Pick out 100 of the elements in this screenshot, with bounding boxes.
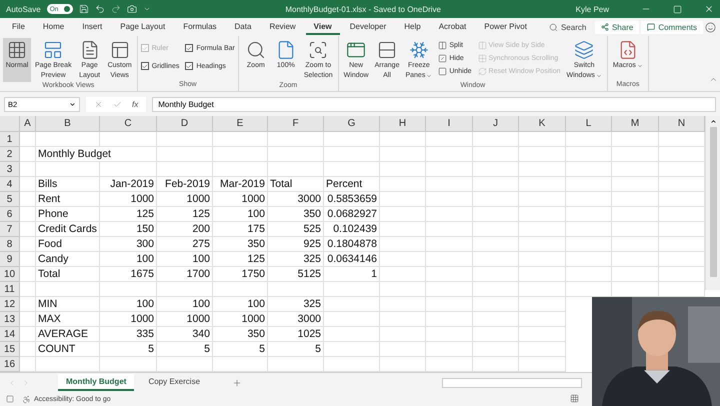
- table-cell[interactable]: [324, 282, 380, 297]
- table-cell[interactable]: 100: [157, 252, 213, 267]
- table-cell[interactable]: [20, 252, 36, 267]
- table-cell[interactable]: Jan-2019: [100, 177, 157, 192]
- row-header[interactable]: 4: [0, 177, 20, 192]
- table-cell[interactable]: [519, 192, 566, 207]
- table-cell[interactable]: [268, 282, 324, 297]
- table-cell[interactable]: 1025: [268, 327, 324, 342]
- row-header[interactable]: 11: [0, 282, 20, 297]
- table-cell[interactable]: [213, 147, 268, 162]
- table-cell[interactable]: [380, 207, 426, 222]
- table-cell[interactable]: [473, 282, 519, 297]
- table-cell[interactable]: [380, 267, 426, 282]
- table-cell[interactable]: [519, 267, 566, 282]
- table-cell[interactable]: 5: [100, 342, 157, 357]
- table-cell[interactable]: Candy: [36, 252, 100, 267]
- column-header[interactable]: F: [268, 116, 324, 132]
- table-cell[interactable]: 100: [213, 207, 268, 222]
- row-header[interactable]: 6: [0, 207, 20, 222]
- table-cell[interactable]: Credit Cards: [36, 222, 100, 237]
- table-cell[interactable]: [20, 282, 36, 297]
- row-header[interactable]: 14: [0, 327, 20, 342]
- checkbox[interactable]: [140, 62, 149, 70]
- row-header[interactable]: 12: [0, 297, 20, 312]
- table-cell[interactable]: [380, 147, 426, 162]
- table-cell[interactable]: Monthly Budget: [36, 147, 157, 162]
- menu-tab[interactable]: File: [4, 20, 33, 34]
- table-cell[interactable]: [473, 342, 519, 357]
- table-cell[interactable]: [426, 237, 473, 252]
- table-cell[interactable]: [426, 162, 473, 177]
- table-cell[interactable]: AVERAGE: [36, 327, 100, 342]
- table-cell[interactable]: 0.0682927: [324, 207, 380, 222]
- table-cell[interactable]: 175: [213, 222, 268, 237]
- table-cell[interactable]: [566, 237, 612, 252]
- table-cell[interactable]: [36, 162, 100, 177]
- row-header[interactable]: 2: [0, 147, 20, 162]
- table-cell[interactable]: 125: [100, 207, 157, 222]
- table-cell[interactable]: [519, 237, 566, 252]
- table-cell[interactable]: [473, 297, 519, 312]
- column-header[interactable]: A: [20, 116, 36, 132]
- table-cell[interactable]: [213, 282, 268, 297]
- table-cell[interactable]: [612, 267, 659, 282]
- table-cell[interactable]: [426, 132, 473, 147]
- table-cell[interactable]: [473, 177, 519, 192]
- menu-tab[interactable]: Formulas: [175, 20, 225, 34]
- table-cell[interactable]: [566, 177, 612, 192]
- table-cell[interactable]: [380, 327, 426, 342]
- table-cell[interactable]: [380, 192, 426, 207]
- row-header[interactable]: 5: [0, 192, 20, 207]
- row-header[interactable]: 15: [0, 342, 20, 357]
- column-header[interactable]: J: [473, 116, 519, 132]
- table-cell[interactable]: [612, 177, 659, 192]
- table-cell[interactable]: [473, 207, 519, 222]
- table-cell[interactable]: [566, 132, 612, 147]
- table-cell[interactable]: [473, 147, 519, 162]
- table-cell[interactable]: [519, 342, 566, 357]
- column-header[interactable]: H: [380, 116, 426, 132]
- table-cell[interactable]: [473, 237, 519, 252]
- column-header[interactable]: L: [566, 116, 612, 132]
- table-cell[interactable]: [426, 177, 473, 192]
- table-cell[interactable]: [519, 207, 566, 222]
- table-cell[interactable]: [20, 297, 36, 312]
- table-cell[interactable]: [380, 222, 426, 237]
- column-header[interactable]: E: [213, 116, 268, 132]
- table-cell[interactable]: [268, 132, 324, 147]
- column-header[interactable]: G: [324, 116, 380, 132]
- column-header[interactable]: D: [157, 116, 213, 132]
- formula-field[interactable]: Monthly Budget: [152, 96, 716, 112]
- horizontal-scrollbar[interactable]: [442, 378, 582, 388]
- column-header[interactable]: C: [100, 116, 157, 132]
- menu-tab[interactable]: Help: [396, 20, 429, 34]
- table-cell[interactable]: [380, 297, 426, 312]
- row-header[interactable]: 9: [0, 252, 20, 267]
- table-cell[interactable]: 100: [157, 297, 213, 312]
- table-cell[interactable]: 525: [268, 222, 324, 237]
- table-cell[interactable]: [20, 237, 36, 252]
- table-cell[interactable]: [612, 162, 659, 177]
- table-cell[interactable]: 1675: [100, 267, 157, 282]
- column-header[interactable]: K: [519, 116, 566, 132]
- table-cell[interactable]: [157, 162, 213, 177]
- table-cell[interactable]: 0.1804878: [324, 237, 380, 252]
- menu-tab[interactable]: Review: [261, 20, 304, 34]
- table-cell[interactable]: [612, 252, 659, 267]
- table-cell[interactable]: [324, 297, 380, 312]
- table-cell[interactable]: [380, 312, 426, 327]
- table-cell[interactable]: 1000: [100, 192, 157, 207]
- table-cell[interactable]: [20, 177, 36, 192]
- table-cell[interactable]: 335: [100, 327, 157, 342]
- table-cell[interactable]: [426, 327, 473, 342]
- table-cell[interactable]: [36, 132, 100, 147]
- table-cell[interactable]: 5125: [268, 267, 324, 282]
- table-cell[interactable]: [324, 312, 380, 327]
- table-cell[interactable]: 325: [268, 252, 324, 267]
- table-cell[interactable]: [566, 162, 612, 177]
- table-cell[interactable]: 1000: [213, 312, 268, 327]
- table-cell[interactable]: [566, 252, 612, 267]
- table-cell[interactable]: 5: [268, 342, 324, 357]
- table-cell[interactable]: 350: [213, 327, 268, 342]
- select-all-corner[interactable]: [0, 116, 20, 132]
- table-cell[interactable]: [20, 267, 36, 282]
